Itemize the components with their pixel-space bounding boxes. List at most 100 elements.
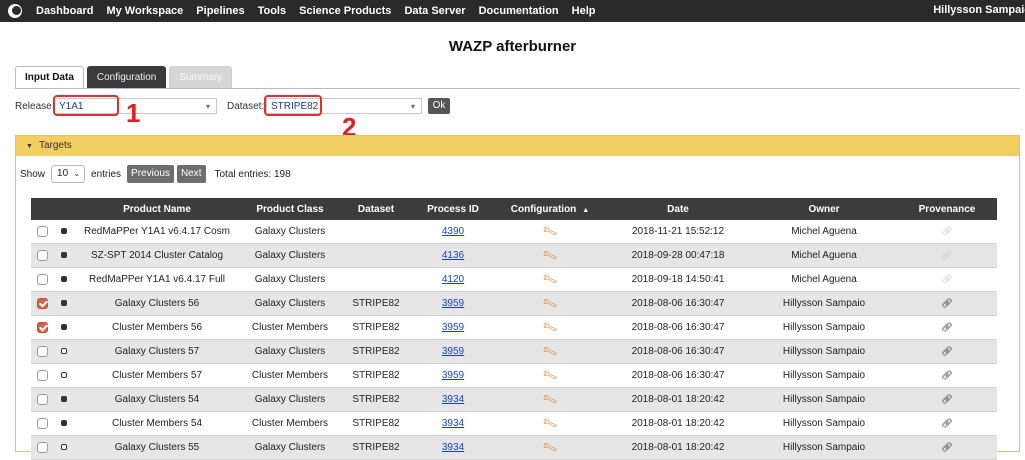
cell-process-id: 4136 — [411, 243, 495, 268]
cell-owner: Hillysson Sampaio — [751, 315, 897, 340]
wrench-icon[interactable]: 🔧︎ — [541, 295, 559, 312]
column-process-id[interactable]: Process ID — [411, 198, 495, 220]
table-row[interactable]: Galaxy Clusters 57 Galaxy Clusters STRIPE8… — [31, 339, 997, 364]
table-row[interactable]: SZ-SPT 2014 Cluster Catalog Galaxy Cluste… — [31, 243, 997, 268]
next-button[interactable]: Next — [176, 165, 206, 183]
link-icon[interactable]: 🔗︎ — [941, 370, 952, 380]
process-id-link[interactable]: 3959 — [442, 298, 464, 309]
product-type-icon — [61, 228, 67, 235]
nav-data-server[interactable]: Data Server — [404, 5, 465, 17]
cell-owner: Michel Aguena — [751, 220, 897, 244]
column-configuration[interactable]: Configuration ▲ — [495, 198, 605, 220]
link-icon[interactable]: 🔗︎ — [941, 226, 952, 236]
cell-configuration: 🔧︎ — [495, 267, 605, 292]
cell-date: 2018-09-18 14:50:41 — [605, 267, 751, 292]
table-row[interactable]: Cluster Members 54 Cluster Members STRIPE8… — [31, 411, 997, 436]
column-date[interactable]: Date — [605, 198, 751, 220]
cell-product-class: Galaxy Clusters — [239, 387, 341, 412]
row-icon-cell — [53, 291, 75, 316]
process-id-link[interactable]: 3959 — [442, 346, 464, 357]
nav-documentation[interactable]: Documentation — [479, 5, 559, 17]
nav-science-products[interactable]: Science Products — [299, 5, 391, 17]
process-id-link[interactable]: 4120 — [442, 274, 464, 285]
row-checkbox[interactable] — [36, 417, 48, 429]
cell-owner: Hillysson Sampaio — [751, 387, 897, 412]
cell-product-name: RedMaPPer Y1A1 v6.4.17 Full — [75, 267, 239, 292]
row-icon-cell — [53, 387, 75, 412]
row-checkbox[interactable] — [36, 297, 48, 309]
cell-configuration: 🔧︎ — [495, 243, 605, 268]
table-row[interactable]: Galaxy Clusters 56 Galaxy Clusters STRIPE8… — [31, 291, 997, 316]
link-icon[interactable]: 🔗︎ — [941, 274, 952, 284]
wrench-icon[interactable]: 🔧︎ — [541, 271, 559, 288]
nav-my-workspace[interactable]: My Workspace — [106, 5, 183, 17]
previous-button[interactable]: Previous — [127, 165, 174, 183]
cell-configuration: 🔧︎ — [495, 435, 605, 460]
nav-dashboard[interactable]: Dashboard — [36, 5, 93, 17]
link-icon[interactable]: 🔗︎ — [941, 346, 952, 356]
wrench-icon[interactable]: 🔧︎ — [541, 247, 559, 264]
row-checkbox[interactable] — [36, 249, 48, 261]
page-size-select[interactable]: 10 ⌄ — [51, 165, 86, 183]
column-dataset[interactable]: Dataset — [341, 198, 411, 220]
wrench-icon[interactable]: 🔧︎ — [541, 319, 559, 336]
nav-tools[interactable]: Tools — [258, 5, 287, 17]
planet-logo-icon[interactable] — [8, 4, 22, 18]
user-menu[interactable]: Hillysson Sampaio — [933, 4, 1025, 16]
link-icon[interactable]: 🔗︎ — [941, 442, 952, 452]
page-size-value: 10 — [57, 168, 69, 179]
targets-header[interactable]: ▼ Targets — [16, 136, 1019, 156]
wrench-icon[interactable]: 🔧︎ — [541, 415, 559, 432]
cell-dataset — [341, 220, 411, 244]
process-id-link[interactable]: 3934 — [442, 394, 464, 405]
row-checkbox[interactable] — [36, 321, 48, 333]
row-checkbox[interactable] — [36, 273, 48, 285]
wrench-icon[interactable]: 🔧︎ — [541, 439, 559, 456]
row-checkbox[interactable] — [36, 225, 48, 237]
column-product-class[interactable]: Product Class — [239, 198, 341, 220]
column-provenance[interactable]: Provenance — [897, 198, 997, 220]
nav-help[interactable]: Help — [572, 5, 596, 17]
wrench-icon[interactable]: 🔧︎ — [541, 391, 559, 408]
column-product-name[interactable]: Product Name — [75, 198, 239, 220]
row-checkbox[interactable] — [36, 369, 48, 381]
cell-provenance: 🔗︎ — [897, 243, 997, 268]
link-icon[interactable]: 🔗︎ — [941, 298, 952, 308]
table-row[interactable]: Cluster Members 57 Cluster Members STRIPE8… — [31, 363, 997, 388]
row-checkbox[interactable] — [36, 393, 48, 405]
link-icon[interactable]: 🔗︎ — [941, 418, 952, 428]
row-icon-cell — [53, 243, 75, 268]
row-checkbox[interactable] — [36, 345, 48, 357]
nav-pipelines[interactable]: Pipelines — [196, 5, 244, 17]
tab-summary[interactable]: Summary — [169, 66, 233, 88]
link-icon[interactable]: 🔗︎ — [941, 394, 952, 404]
wrench-icon[interactable]: 🔧︎ — [541, 223, 559, 240]
table-row[interactable]: Galaxy Clusters 54 Galaxy Clusters STRIPE8… — [31, 387, 997, 412]
row-checkbox-cell — [31, 243, 53, 268]
cell-product-class: Galaxy Clusters — [239, 435, 341, 460]
process-id-link[interactable]: 3934 — [442, 418, 464, 429]
row-checkbox-cell — [31, 339, 53, 364]
process-id-link[interactable]: 3959 — [442, 370, 464, 381]
link-icon[interactable]: 🔗︎ — [941, 250, 952, 260]
ok-button[interactable]: Ok — [428, 98, 450, 114]
table-row[interactable]: RedMaPPer Y1A1 v6.4.17 Full Galaxy Cluste… — [31, 267, 997, 292]
process-id-link[interactable]: 4390 — [442, 226, 464, 237]
process-id-link[interactable]: 3934 — [442, 442, 464, 453]
row-checkbox[interactable] — [36, 441, 48, 453]
cell-product-class: Cluster Members — [239, 411, 341, 436]
column-owner[interactable]: Owner — [751, 198, 897, 220]
tab-configuration[interactable]: Configuration — [86, 66, 167, 88]
table-row[interactable]: Cluster Members 56 Cluster Members STRIPE8… — [31, 315, 997, 340]
cell-date: 2018-08-01 18:20:42 — [605, 411, 751, 436]
cell-owner: Hillysson Sampaio — [751, 291, 897, 316]
cell-provenance: 🔗︎ — [897, 315, 997, 340]
table-row[interactable]: RedMaPPer Y1A1 v6.4.17 Cosm Galaxy Cluste… — [31, 220, 997, 244]
process-id-link[interactable]: 3959 — [442, 322, 464, 333]
tab-input-data[interactable]: Input Data — [15, 66, 84, 89]
wrench-icon[interactable]: 🔧︎ — [541, 367, 559, 384]
wrench-icon[interactable]: 🔧︎ — [541, 343, 559, 360]
process-id-link[interactable]: 4136 — [442, 250, 464, 261]
table-row[interactable]: Galaxy Clusters 55 Galaxy Clusters STRIPE8… — [31, 435, 997, 460]
link-icon[interactable]: 🔗︎ — [941, 322, 952, 332]
